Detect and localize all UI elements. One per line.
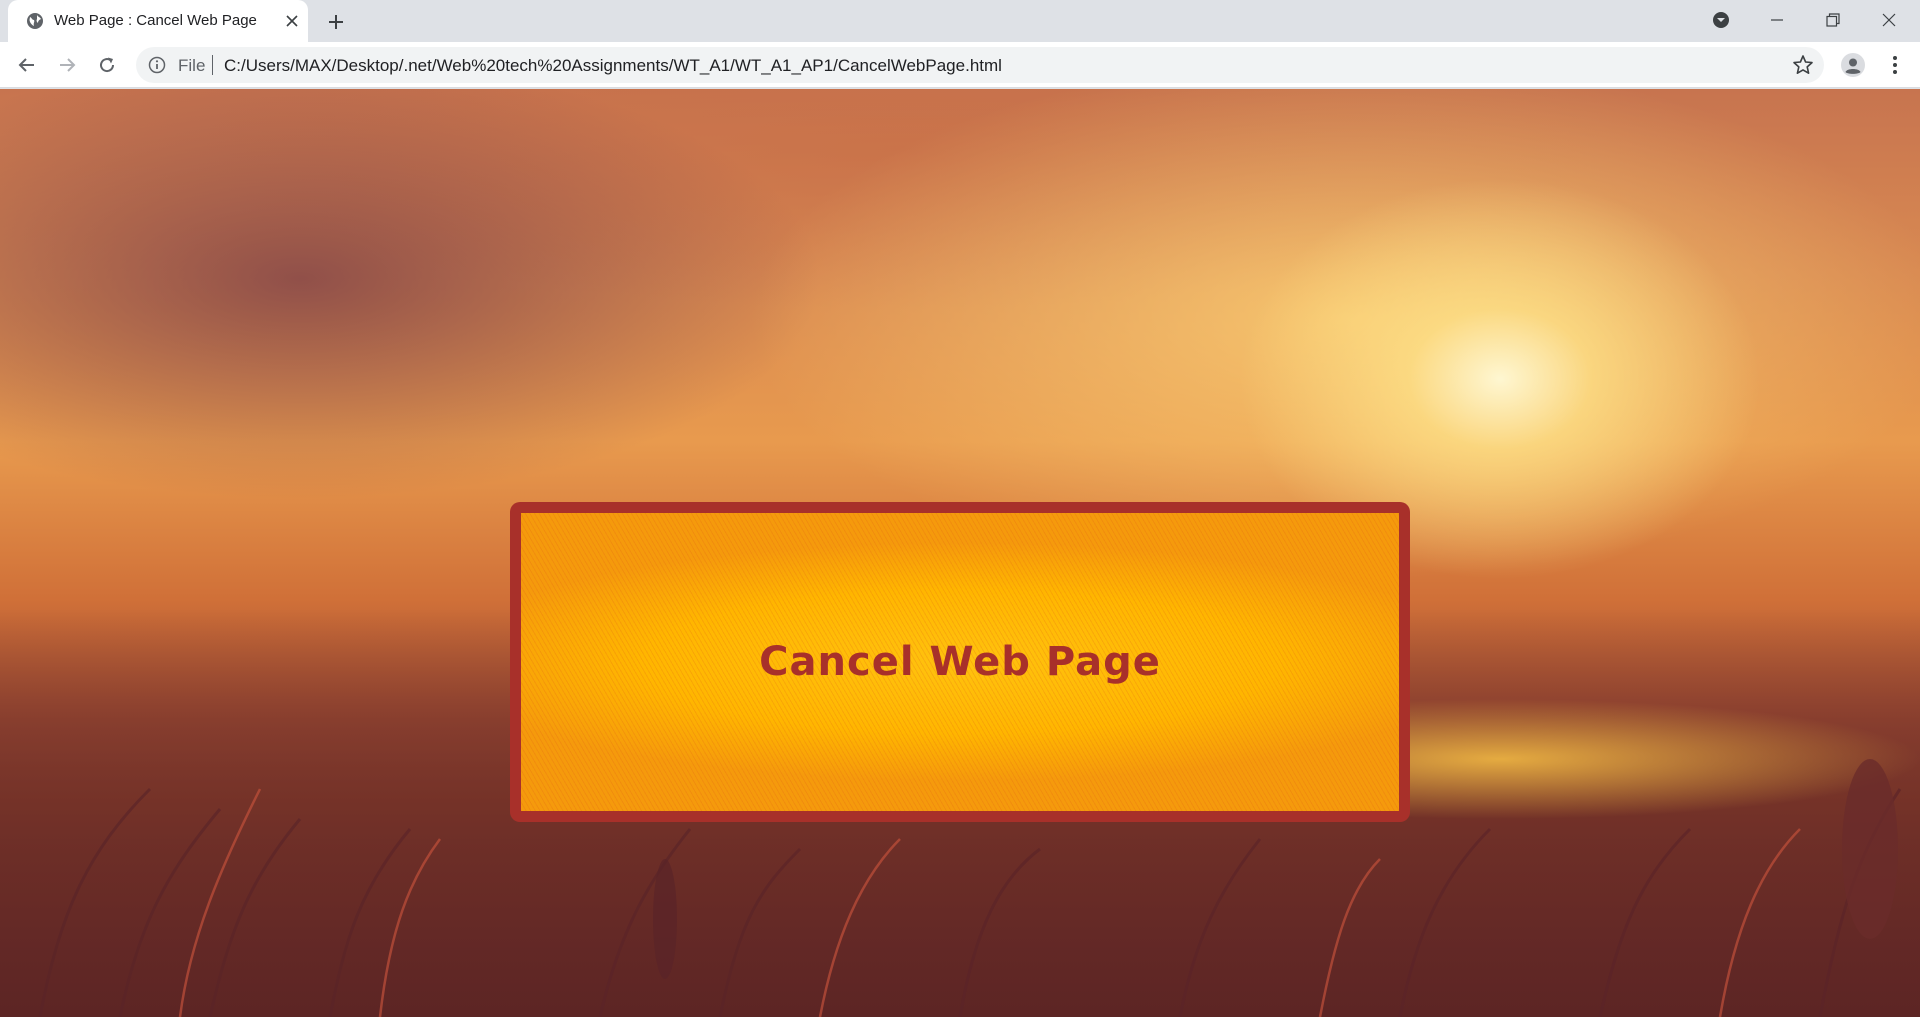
chevron-down-circle-icon (1713, 12, 1729, 28)
tab-search-button[interactable] (1698, 0, 1744, 40)
restore-button[interactable] (1810, 0, 1856, 40)
avatar-icon (1841, 53, 1865, 77)
reload-button[interactable] (92, 50, 122, 80)
reload-icon (100, 57, 115, 73)
info-icon[interactable] (148, 56, 166, 74)
arrow-left-icon (18, 58, 34, 72)
cancel-panel-inner: Cancel Web Page (521, 513, 1399, 811)
back-button[interactable] (12, 50, 42, 80)
star-icon[interactable] (1792, 54, 1814, 76)
profile-button[interactable] (1838, 50, 1868, 80)
globe-icon (27, 13, 43, 29)
close-icon (1882, 13, 1896, 27)
url-text[interactable]: C:/Users/MAX/Desktop/.net/Web%20tech%20A… (224, 56, 1002, 76)
new-tab-button[interactable] (324, 10, 348, 34)
browser-menu-button[interactable] (1880, 50, 1910, 80)
cancel-panel: Cancel Web Page (510, 502, 1410, 822)
tab-close-button[interactable] (282, 11, 302, 31)
close-window-button[interactable] (1866, 0, 1912, 40)
forward-button[interactable] (52, 50, 82, 80)
tab-strip: Web Page : Cancel Web Page (0, 0, 1920, 42)
omnibox-divider (212, 55, 213, 75)
page-viewport: Cancel Web Page (0, 89, 1920, 1017)
scheme-label: File (178, 56, 206, 75)
minimize-button[interactable] (1754, 0, 1800, 40)
browser-tab[interactable]: Web Page : Cancel Web Page (8, 0, 308, 42)
close-icon (286, 15, 298, 27)
arrow-right-icon (60, 58, 76, 72)
restore-icon (1826, 13, 1840, 27)
plus-icon (329, 15, 343, 29)
page-title: Cancel Web Page (759, 639, 1161, 685)
address-bar[interactable]: File C:/Users/MAX/Desktop/.net/Web%20tec… (136, 47, 1824, 83)
tab-title: Web Page : Cancel Web Page (54, 12, 257, 29)
browser-toolbar: File C:/Users/MAX/Desktop/.net/Web%20tec… (0, 42, 1920, 88)
minimize-icon (1771, 19, 1783, 21)
kebab-menu-icon (1893, 56, 1897, 74)
